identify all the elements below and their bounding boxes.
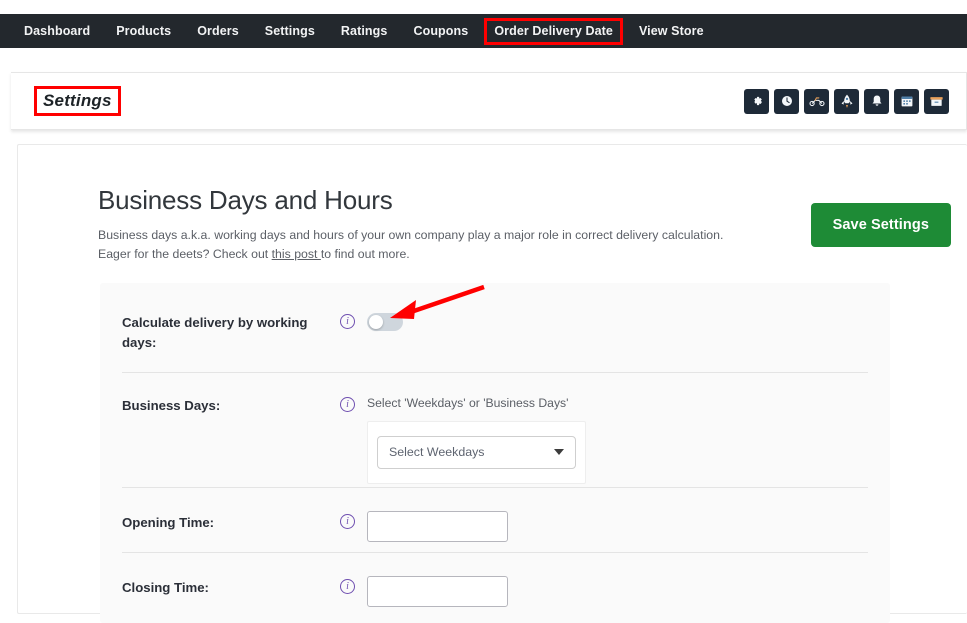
this-post-link[interactable]: this post	[272, 247, 321, 261]
bell-icon	[870, 94, 884, 109]
section-description-part1: Business days a.k.a. working days and ho…	[98, 228, 724, 262]
rocket-icon-button[interactable]	[834, 88, 859, 114]
form-field-opening-time: i	[340, 511, 868, 542]
section-description-part2: to find out more.	[320, 247, 410, 262]
business-days-hint: Select 'Weekdays' or 'Business Days'	[367, 396, 569, 410]
opening-time-input[interactable]	[367, 511, 508, 542]
nav-item-settings[interactable]: Settings	[265, 14, 315, 48]
archive-icon	[929, 95, 944, 108]
clock-icon	[780, 94, 794, 108]
section-description: Business days a.k.a. working days and ho…	[98, 226, 734, 264]
form-row-closing-time: Closing Time: i	[100, 552, 890, 617]
page-title-wrapper: Settings	[34, 86, 121, 116]
page-title: Settings	[43, 91, 112, 110]
rocket-icon	[840, 94, 854, 109]
form-label-closing-time: Closing Time:	[122, 580, 209, 595]
form-label-calculate-delivery: Calculate delivery by working days:	[122, 315, 308, 351]
motorcycle-icon	[808, 94, 825, 108]
form-field-closing-time: i	[340, 576, 868, 607]
gear-icon	[750, 94, 764, 108]
info-icon-calculate-delivery[interactable]: i	[340, 314, 355, 329]
form-field-calculate-delivery: i	[340, 311, 868, 331]
nav-item-order-delivery-date[interactable]: Order Delivery Date	[484, 14, 623, 48]
business-days-select-wrapper: Select Weekdays	[367, 420, 586, 484]
nav-item-order-delivery-date-label: Order Delivery Date	[494, 24, 613, 38]
gear-icon-button[interactable]	[744, 88, 769, 114]
motorcycle-icon-button[interactable]	[804, 88, 829, 114]
business-days-group: Select 'Weekdays' or 'Business Days' Sel…	[367, 394, 868, 484]
info-icon-business-days[interactable]: i	[340, 397, 355, 412]
info-icon-opening-time[interactable]: i	[340, 514, 355, 529]
nav-item-ratings[interactable]: Ratings	[341, 14, 388, 48]
form-row-calculate-delivery: Calculate delivery by working days: i	[100, 283, 890, 372]
section-heading: Business Days and Hours	[98, 185, 393, 215]
calculate-delivery-toggle[interactable]	[367, 313, 403, 331]
page-header-bar: Settings	[11, 72, 967, 130]
bell-icon-button[interactable]	[864, 88, 889, 114]
business-days-select[interactable]: Select Weekdays	[377, 435, 576, 469]
archive-icon-button[interactable]	[924, 88, 949, 114]
header-icon-toolbar	[744, 88, 949, 114]
business-days-select-value: Select Weekdays	[389, 445, 485, 460]
top-navigation-bar: Dashboard Products Orders Settings Ratin…	[0, 14, 967, 48]
clock-icon-button[interactable]	[774, 88, 799, 114]
calendar-icon	[900, 94, 914, 108]
nav-item-dashboard[interactable]: Dashboard	[24, 14, 90, 48]
chevron-down-icon	[554, 449, 564, 456]
form-row-business-days: Business Days: i Select 'Weekdays' or 'B…	[100, 372, 890, 487]
nav-item-coupons[interactable]: Coupons	[413, 14, 468, 48]
info-icon-closing-time[interactable]: i	[340, 579, 355, 594]
form-label-business-days: Business Days:	[122, 398, 221, 413]
closing-time-input[interactable]	[367, 576, 508, 607]
content-header-section: Business Days and Hours Business days a.…	[98, 185, 907, 264]
nav-item-products[interactable]: Products	[116, 14, 171, 48]
form-label-opening-time: Opening Time:	[122, 515, 215, 530]
save-settings-button[interactable]: Save Settings	[810, 203, 951, 247]
form-row-opening-time: Opening Time: i	[100, 487, 890, 552]
nav-item-orders[interactable]: Orders	[197, 14, 239, 48]
nav-item-view-store[interactable]: View Store	[639, 14, 704, 48]
toggle-knob	[369, 315, 383, 329]
calendar-icon-button[interactable]	[894, 88, 919, 114]
form-field-business-days: i Select 'Weekdays' or 'Business Days' S…	[340, 394, 868, 484]
business-days-settings-panel: Calculate delivery by working days: i Bu…	[100, 283, 890, 623]
